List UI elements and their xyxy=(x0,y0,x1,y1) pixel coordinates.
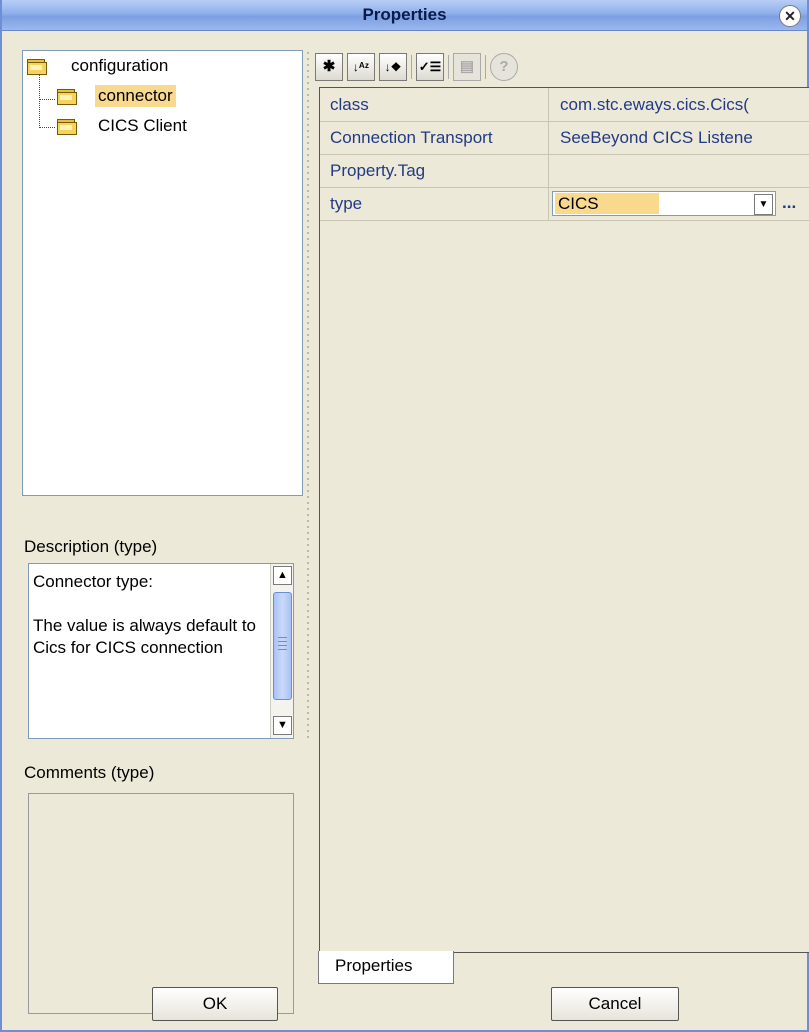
close-icon[interactable]: ✕ xyxy=(779,5,801,27)
property-row-connection-transport[interactable]: Connection Transport SeeBeyond CICS List… xyxy=(320,121,809,155)
property-grid: class com.stc.eways.cics.Cics( Connectio… xyxy=(319,87,809,953)
tab-properties[interactable]: Properties xyxy=(318,951,454,984)
config-tree[interactable]: configuration connector CICS Client xyxy=(22,50,303,496)
property-value[interactable]: com.stc.eways.cics.Cics( xyxy=(550,88,809,121)
cancel-button[interactable]: Cancel xyxy=(551,987,679,1021)
property-row-property-tag[interactable]: Property.Tag xyxy=(320,154,809,188)
properties-dialog: Properties ✕ configuration connector CIC… xyxy=(0,0,809,1032)
scroll-thumb[interactable] xyxy=(273,592,292,700)
property-row-type[interactable]: type CICS ▼ ... xyxy=(320,187,809,221)
description-text: Connector type: The value is always defa… xyxy=(33,572,257,657)
window-title: Properties xyxy=(362,5,447,24)
tree-branch-line xyxy=(39,99,55,100)
splitter-handle[interactable] xyxy=(305,50,311,740)
tree-item-label: connector xyxy=(95,85,176,107)
expand-icon[interactable]: ✱ xyxy=(315,53,343,81)
property-row-class[interactable]: class com.stc.eways.cics.Cics( xyxy=(320,88,809,122)
folder-icon xyxy=(57,89,77,105)
property-value[interactable] xyxy=(550,154,809,187)
comments-label: Comments (type) xyxy=(24,763,155,782)
description-scrollbar[interactable]: ▲ ▼ xyxy=(270,564,293,738)
checklist-icon[interactable]: ✓☰ xyxy=(416,53,444,81)
sort-alpha-icon[interactable]: ↓ᴬᶻ xyxy=(347,53,375,81)
chevron-down-icon[interactable]: ▼ xyxy=(754,194,773,215)
description-label: Description (type) xyxy=(24,537,158,556)
property-name: class xyxy=(320,88,549,121)
type-dropdown[interactable]: CICS ▼ xyxy=(552,191,776,216)
description-textarea[interactable]: Connector type: The value is always defa… xyxy=(28,563,294,739)
tree-connector-line xyxy=(39,68,40,128)
tree-item-label: configuration xyxy=(71,56,169,75)
title-bar[interactable]: Properties ✕ xyxy=(2,0,807,31)
property-name: type xyxy=(320,187,549,220)
grid-icon: ▤ xyxy=(453,53,481,81)
dropdown-value: CICS xyxy=(555,193,659,214)
ok-button[interactable]: OK xyxy=(152,987,278,1021)
property-name: Property.Tag xyxy=(320,154,549,187)
tree-branch-line xyxy=(39,127,55,128)
property-name: Connection Transport xyxy=(320,121,549,154)
tree-item-label: CICS Client xyxy=(98,116,187,135)
folder-icon xyxy=(57,119,77,135)
scroll-up-icon[interactable]: ▲ xyxy=(273,566,292,585)
ellipsis-button[interactable]: ... xyxy=(782,188,796,218)
folder-icon xyxy=(27,59,47,75)
sort-category-icon[interactable]: ↓❖ xyxy=(379,53,407,81)
scroll-down-icon[interactable]: ▼ xyxy=(273,716,292,735)
property-value[interactable]: SeeBeyond CICS Listene xyxy=(550,121,809,154)
comments-textarea[interactable] xyxy=(28,793,294,1014)
help-icon: ? xyxy=(490,53,518,81)
